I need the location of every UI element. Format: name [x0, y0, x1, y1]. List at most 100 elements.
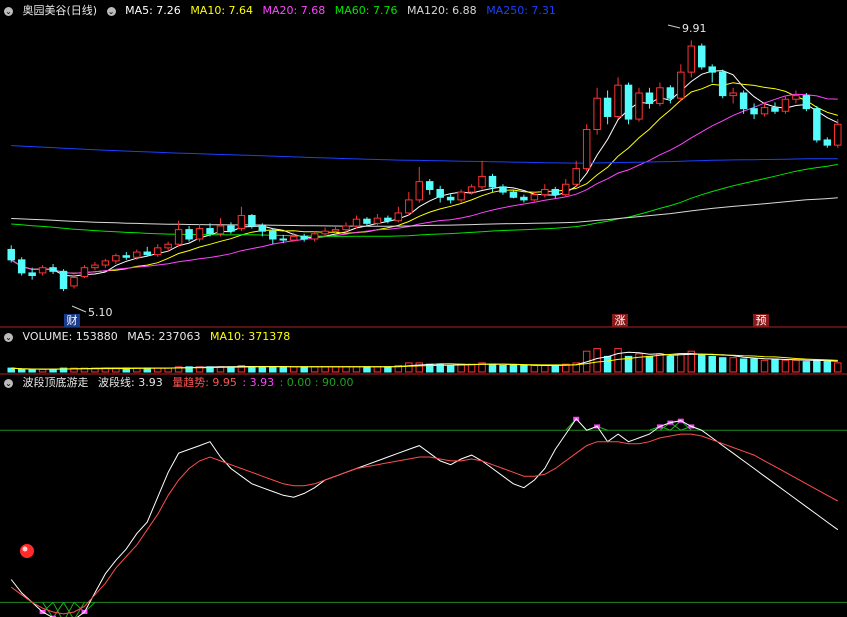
volume-bar [373, 366, 382, 373]
volume-bar [363, 366, 371, 373]
candle-up [112, 255, 120, 262]
candle-down [49, 267, 57, 272]
volume-bar [49, 368, 57, 373]
candle-up [457, 191, 465, 201]
volume-bar [405, 362, 413, 373]
volume-bar [488, 363, 497, 373]
candle-up [760, 107, 769, 115]
volume-bar [153, 367, 162, 373]
candle-down [436, 188, 444, 198]
candle-up [478, 175, 486, 188]
candle-up [331, 229, 340, 232]
volume-bar [520, 365, 528, 373]
candle-down [363, 218, 371, 224]
candle-down [143, 251, 151, 256]
ma250-line [11, 145, 838, 164]
candle-up [530, 194, 539, 201]
volume-ma5-label: MA5: 237063 [127, 330, 201, 343]
volume-bar [698, 354, 706, 373]
candle-down [509, 191, 518, 198]
candle-down [603, 97, 612, 117]
marker-zhang[interactable]: 涨 [615, 314, 626, 327]
volume-bar [321, 366, 329, 373]
volume-bar [760, 359, 769, 373]
volume-bar [781, 359, 790, 373]
high-price-leader [667, 24, 681, 29]
volume-bar [530, 365, 539, 373]
candle-up [562, 183, 570, 196]
candle-up [687, 45, 696, 73]
candle-down [425, 181, 434, 190]
volume-bar [593, 348, 601, 373]
volume-bar [17, 368, 26, 373]
candle-down [624, 84, 633, 120]
volume-bar [771, 358, 779, 373]
volume-bar [729, 357, 737, 373]
candle-up [467, 186, 476, 193]
ma10-line [10, 82, 838, 274]
ma-toggle-icon[interactable]: ⌄ [106, 6, 116, 16]
stock-chart[interactable]: 财 涨 预 9.91 5.10 [0, 0, 847, 617]
wave-line [10, 417, 839, 617]
volume-bar [677, 353, 685, 373]
volume-toggle-icon[interactable]: ⌄ [4, 332, 13, 342]
candle-up [635, 92, 643, 120]
volume-bar [384, 366, 392, 373]
candle-up [656, 87, 664, 104]
candle-up [582, 129, 591, 170]
volume-bar [499, 365, 507, 373]
volume-bar [750, 358, 758, 373]
candle-up [394, 212, 403, 222]
volume-ma10-label: MA10: 371378 [209, 330, 291, 343]
candle-down [708, 66, 716, 73]
candle-down [499, 186, 507, 193]
volume-bar [164, 367, 172, 373]
ma60-label: MA60: 7.76 [334, 4, 398, 17]
volume-bar [813, 359, 821, 373]
volume-bar [614, 348, 622, 373]
volume-bar [415, 362, 424, 373]
volume-bar [541, 365, 549, 373]
candle-up [310, 233, 319, 240]
indicator-legend-bar: ⌄ 波段顶底游走 波段线: 3.93 量趋势: 9.95 : 3.93 : 0.… [4, 376, 847, 390]
ma20-line [10, 93, 838, 274]
volume-bar [834, 362, 842, 373]
ma120-label: MA120: 6.88 [406, 4, 477, 17]
candle-down [384, 217, 392, 222]
candle-up [614, 84, 622, 117]
volume-bar [446, 365, 455, 373]
high-price-annotation: 9.91 [682, 22, 707, 35]
settings-circle-icon[interactable]: ⌄ [4, 6, 13, 16]
candle-down [7, 248, 15, 261]
volume-bar [279, 366, 287, 373]
candle-up [101, 260, 110, 266]
candle-down [279, 238, 287, 241]
volume-bar [258, 366, 267, 373]
indicator-toggle-icon[interactable]: ⌄ [4, 378, 13, 388]
volume-bar [802, 361, 811, 373]
price-panel [7, 40, 842, 292]
marker-cai[interactable]: 财 [67, 313, 78, 327]
candle-up [593, 97, 601, 131]
candle-down [718, 71, 727, 97]
candle-down [258, 225, 267, 232]
volume-bar [310, 366, 319, 373]
ma250-label: MA250: 7.31 [486, 4, 556, 17]
candle-up [541, 188, 549, 196]
indicator-panel [0, 416, 847, 617]
ma20-label: MA20: 7.68 [262, 4, 326, 17]
candle-up [572, 168, 580, 185]
volume-bar [645, 355, 654, 373]
candle-up [237, 215, 246, 230]
volume-bar [823, 361, 832, 373]
candle-up [153, 247, 162, 256]
marker-yu[interactable]: 预 [756, 314, 767, 327]
volume-bar [603, 355, 612, 373]
volume-bar [509, 365, 518, 373]
candle-up [729, 92, 737, 97]
levels-label: : 0.00 : 90.00 [279, 376, 354, 389]
candle-up [677, 71, 685, 99]
volume-bar [739, 358, 748, 373]
ma120-line [11, 197, 838, 227]
candle-down [666, 87, 675, 99]
